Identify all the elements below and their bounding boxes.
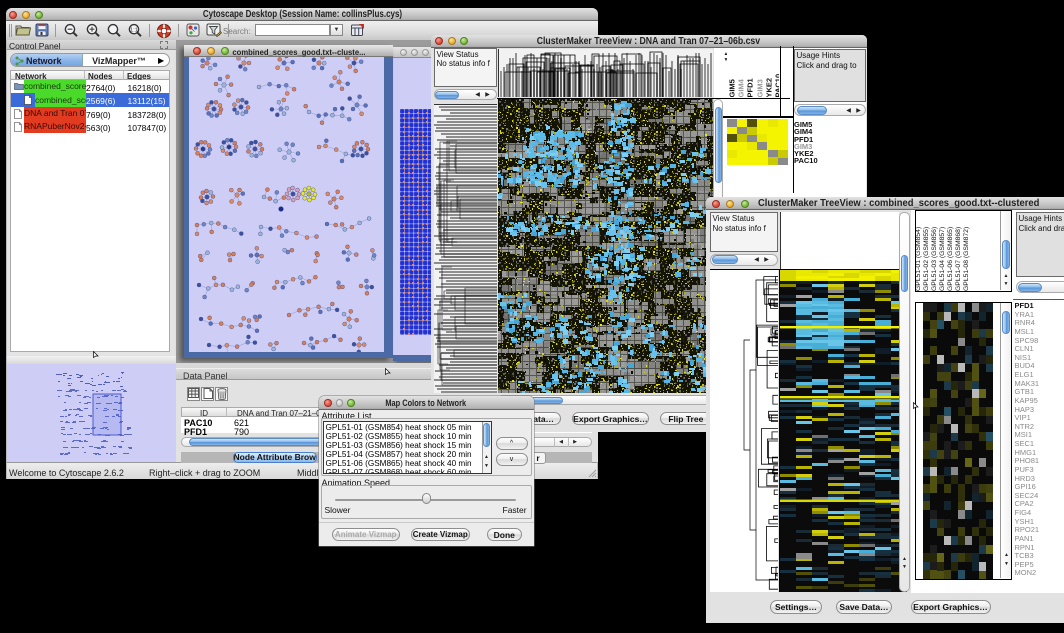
svg-text:1:1: 1:1 <box>130 27 138 33</box>
